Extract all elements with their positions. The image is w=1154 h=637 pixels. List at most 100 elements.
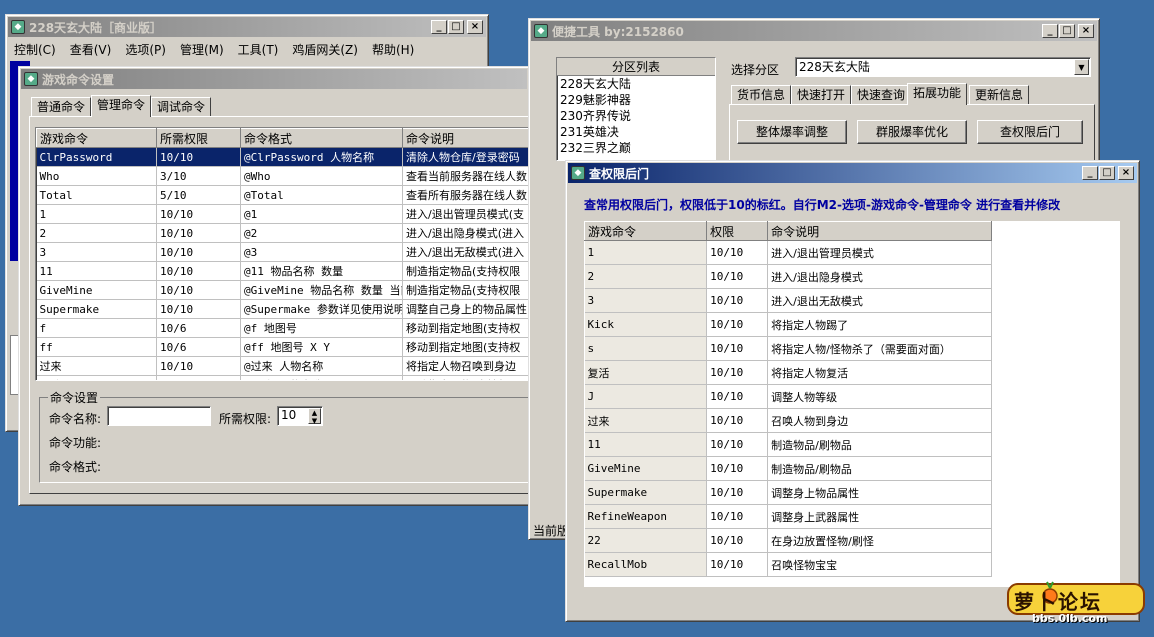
tab-extended-features[interactable]: 拓展功能 <box>907 83 968 105</box>
table-row[interactable]: 2 10/10 @2 进入/退出隐身模式(进入 <box>36 223 528 243</box>
table-row[interactable]: ClrPassword 10/10 @ClrPassword 人物名称 清除人物仓库/… <box>36 147 528 167</box>
cmd-settings-window: ◆ 游戏命令设置 普通命令 管理命令 调试命令 游戏命令 所需权限 命令格式 命… <box>18 66 530 506</box>
partition-list-item[interactable]: 229魅影神器 <box>560 92 715 108</box>
command-name-input[interactable] <box>107 406 211 426</box>
table-row[interactable]: Supermake 10/10 @Supermake 参数详见使用说明 调整自己身上的… <box>36 299 528 319</box>
tab-currency-info[interactable]: 货币信息 <box>731 85 792 105</box>
table-row[interactable]: 复活 10/10 将指定人物复活 <box>584 360 992 385</box>
table-cell: @GiveMine 物品名称 数量 当前 <box>240 280 403 300</box>
maximize-button[interactable]: □ <box>1099 166 1115 180</box>
perm-window-title: 查权限后门 <box>589 166 650 181</box>
overall-drop-rate-button[interactable]: 整体爆率调整 <box>737 120 847 144</box>
table-row[interactable]: GiveMine 10/10 制造物品/刷物品 <box>584 456 992 481</box>
menu-view[interactable]: 查看(V) <box>70 41 112 58</box>
table-row[interactable]: s 10/10 将指定人物/怪物杀了（需要面对面） <box>584 336 992 361</box>
partition-list-item[interactable]: 228天玄大陆 <box>560 76 715 92</box>
maximize-button[interactable]: □ <box>448 20 464 34</box>
menu-options[interactable]: 选项(P) <box>125 41 166 58</box>
minimize-button[interactable]: _ <box>1082 166 1098 180</box>
tool-window-titlebar[interactable]: ◆ 便捷工具 by:2152860 _ □ × <box>531 21 1097 41</box>
table-row[interactable]: RecallMob 10/10 召唤怪物宝宝 <box>584 552 992 577</box>
maximize-button[interactable]: □ <box>1059 24 1075 38</box>
table-row[interactable]: f 10/6 @f 地图号 移动到指定地图(支持权 <box>36 318 528 338</box>
permission-spinner[interactable]: 10 ▲ ▼ <box>277 406 323 426</box>
menu-control[interactable]: 控制(C) <box>14 41 56 58</box>
table-row[interactable]: 11 10/10 制造物品/刷物品 <box>584 432 992 457</box>
table-cell: 10/10 <box>706 384 769 409</box>
minimize-button[interactable]: _ <box>431 20 447 34</box>
column-header-format[interactable]: 命令格式 <box>240 128 403 148</box>
table-row[interactable]: 过来 10/10 召唤人物到身边 <box>584 408 992 433</box>
tab-quick-open[interactable]: 快速打开 <box>791 85 852 105</box>
table-cell: 10/10 <box>156 280 241 300</box>
app-icon: ◆ <box>11 20 25 34</box>
table-row[interactable]: Who 3/10 @Who 查看当前服务器在线人数 <box>36 166 528 186</box>
partition-list-item[interactable]: 232三界之巅 <box>560 140 715 156</box>
tab-update-info[interactable]: 更新信息 <box>969 85 1030 105</box>
table-cell: 查看所有服务器在线人数 <box>402 185 528 205</box>
main-window-titlebar[interactable]: ◆ 228天玄大陆［商业版］ _ □ × <box>8 17 486 37</box>
minimize-button[interactable]: _ <box>1042 24 1058 38</box>
table-cell: 10/10 <box>156 223 241 243</box>
table-cell: RefineWeapon <box>584 504 708 529</box>
close-button[interactable]: × <box>467 20 483 34</box>
table-row[interactable]: 2 10/10 进入/退出隐身模式 <box>584 264 992 289</box>
perm-window-titlebar[interactable]: ◆ 查权限后门 _ □ × <box>568 163 1137 183</box>
check-permission-backdoor-button[interactable]: 查权限后门 <box>977 120 1083 144</box>
table-cell: 过来 <box>36 356 157 376</box>
column-header-permission[interactable]: 所需权限 <box>156 128 241 148</box>
table-cell: GiveMine <box>584 456 708 481</box>
admin-command-table[interactable]: 游戏命令 所需权限 命令格式 命令说明 ClrPassword 10/10 @Clr… <box>35 127 529 381</box>
permission-value: 10 <box>281 408 297 422</box>
table-row[interactable]: 1 10/10 @1 进入/退出管理员模式(支 <box>36 204 528 224</box>
table-row[interactable]: 3 10/10 @3 进入/退出无敌模式(进入 <box>36 242 528 262</box>
perm-column-description[interactable]: 命令说明 <box>767 221 992 241</box>
menu-manage[interactable]: 管理(M) <box>180 41 224 58</box>
table-cell: 召唤怪物宝宝 <box>767 552 992 577</box>
partition-select[interactable]: 228天玄大陆 ▼ <box>795 57 1091 77</box>
table-row[interactable]: RefineWeapon 10/10 调整身上武器属性 <box>584 504 992 529</box>
table-row[interactable]: Supermake 10/10 调整身上物品属性 <box>584 480 992 505</box>
perm-column-permission[interactable]: 权限 <box>706 221 769 241</box>
perm-table[interactable]: 游戏命令 权限 命令说明 1 10/10 进入/退出管理员模式 2 10/10 进入/退出… <box>584 221 992 587</box>
table-row[interactable]: 跟踪10/10@跟踪 人物名称跟踪指定人物(支持权限 <box>36 375 528 380</box>
menu-tools[interactable]: 工具(T) <box>238 41 279 58</box>
table-row[interactable]: 11 10/10 @11 物品名称 数量 制造指定物品(支持权限 <box>36 261 528 281</box>
table-cell: 移动到指定地图(支持权 <box>402 318 528 338</box>
table-row[interactable]: 3 10/10 进入/退出无敌模式 <box>584 288 992 313</box>
close-button[interactable]: × <box>1078 24 1094 38</box>
table-row[interactable]: J 10/10 调整人物等级 <box>584 384 992 409</box>
command-settings-legend: 命令设置 <box>50 391 99 405</box>
menu-help[interactable]: 帮助(H) <box>372 41 414 58</box>
cmd-window-titlebar[interactable]: ◆ 游戏命令设置 <box>21 69 527 89</box>
table-cell: 跟踪 <box>36 375 157 380</box>
spinner-arrows-icon[interactable]: ▲ ▼ <box>308 408 321 425</box>
table-cell: @1 <box>240 204 403 224</box>
command-name-label: 命令名称: <box>49 412 102 426</box>
table-row[interactable]: 22 10/10 在身边放置怪物/刷怪 <box>584 528 992 553</box>
tab-quick-query[interactable]: 快速查询 <box>851 85 912 105</box>
table-row[interactable]: Kick 10/10 将指定人物踢了 <box>584 312 992 337</box>
table-row[interactable]: Total 5/10 @Total 查看所有服务器在线人数 <box>36 185 528 205</box>
table-cell: 进入/退出隐身模式(进入 <box>402 223 528 243</box>
table-row[interactable]: GiveMine 10/10 @GiveMine 物品名称 数量 当前 制造指定物品(… <box>36 280 528 300</box>
perm-column-command[interactable]: 游戏命令 <box>584 221 708 241</box>
partition-list-item[interactable]: 230齐界传说 <box>560 108 715 124</box>
column-header-command[interactable]: 游戏命令 <box>36 128 157 148</box>
tab-debug-commands[interactable]: 调试命令 <box>151 97 212 117</box>
perm-notice: 查常用权限后门，权限低于10的标红。自行M2-选项-游戏命令-管理命令 进行查看… <box>584 198 1061 212</box>
partition-list-item[interactable]: 231英雄决 <box>560 124 715 140</box>
menu-gateway[interactable]: 鸡盾网关(Z) <box>292 41 358 58</box>
close-button[interactable]: × <box>1118 166 1134 180</box>
tab-admin-commands[interactable]: 管理命令 <box>91 95 152 117</box>
table-cell: @Total <box>240 185 403 205</box>
multi-server-drop-rate-button[interactable]: 群服爆率优化 <box>857 120 967 144</box>
chevron-down-icon[interactable]: ▼ <box>1074 59 1089 75</box>
table-row[interactable]: ff 10/6 @ff 地图号 X Y 移动到指定地图(支持权 <box>36 337 528 357</box>
partition-list[interactable]: 分区列表 228天玄大陆 229魅影神器 230齐界传说 231英雄决 232三界之巅 <box>556 57 716 161</box>
column-header-description[interactable]: 命令说明 <box>402 128 528 148</box>
app-icon: ◆ <box>571 166 585 180</box>
table-row[interactable]: 过来 10/10 @过来 人物名称 将指定人物召唤到身边 <box>36 356 528 376</box>
table-row[interactable]: 1 10/10 进入/退出管理员模式 <box>584 240 992 265</box>
tab-normal-commands[interactable]: 普通命令 <box>31 97 92 117</box>
